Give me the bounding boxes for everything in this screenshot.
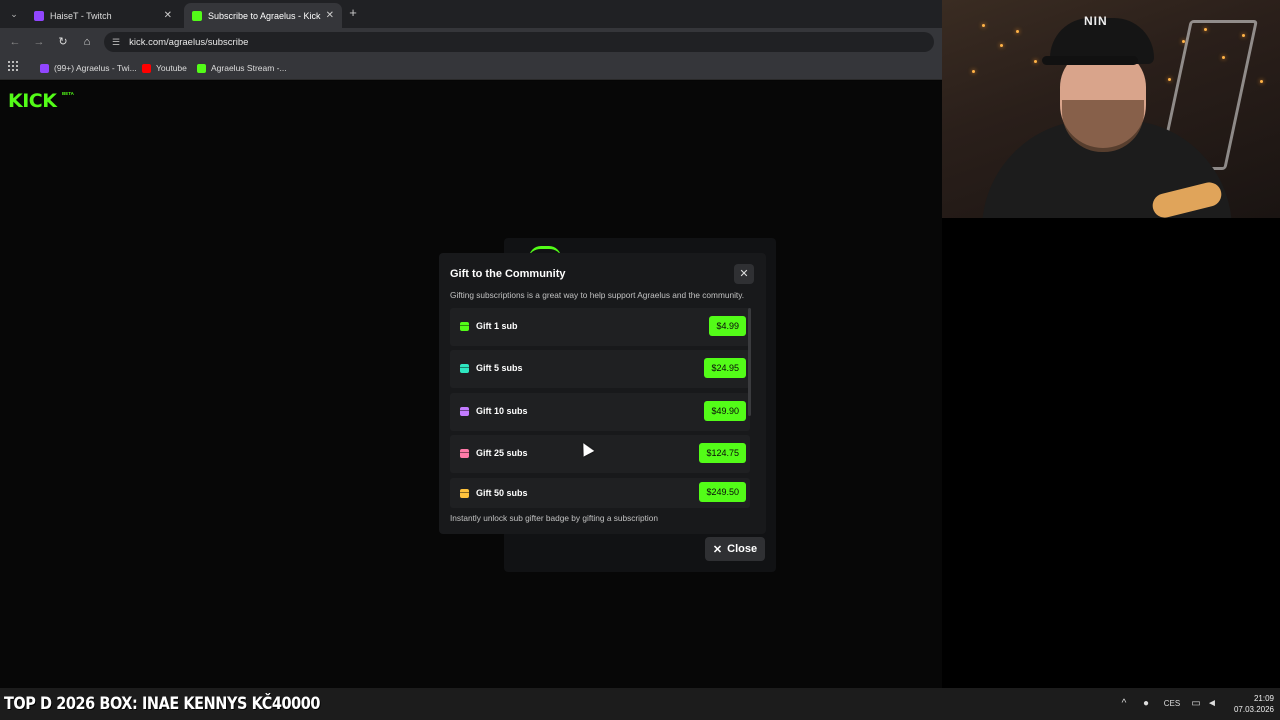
system-clock[interactable]: 21:09 07.03.2026 (1228, 693, 1274, 715)
modal-footer-note: Instantly unlock sub gifter badge by gif… (450, 513, 659, 523)
cap-logo-icon: NIN (1084, 14, 1108, 28)
tab-twitch[interactable]: HaiseT - Twitch ✕ (26, 3, 180, 28)
gift-box-icon (460, 489, 469, 498)
kick-favicon-icon (192, 10, 202, 21)
gift-price-button[interactable]: $24.95 (704, 358, 746, 378)
apps-grid-icon[interactable] (8, 61, 18, 71)
taskbar: TOP D 2026 BOX: INAE KENNYS KČ40000 ^ ● … (0, 688, 1280, 720)
bookmark-twitch[interactable]: (99+) Agraelus - Twi... (40, 61, 137, 75)
bookmarks-bar: (99+) Agraelus - Twi... Youtube Agraelus… (0, 56, 942, 80)
volume-icon[interactable]: ◄ (1206, 697, 1218, 711)
youtube-bookmark-icon (142, 63, 151, 73)
kick-bookmark-icon (197, 63, 206, 73)
url-text: kick.com/agraelus/subscribe (129, 36, 249, 48)
address-bar[interactable]: ☰ kick.com/agraelus/subscribe (104, 32, 934, 52)
bookmark-label: Youtube (156, 63, 187, 73)
bookmark-label: Agraelus Stream -... (211, 63, 287, 73)
tab-title: Subscribe to Agraelus - Kick Str (208, 10, 322, 21)
close-button[interactable]: ✕ Close (705, 537, 765, 561)
gift-option-5[interactable]: Gift 5 subs $24.95 (450, 350, 750, 388)
gift-box-icon (460, 322, 469, 331)
gift-options-list: Gift 1 sub $4.99 Gift 5 subs $24.95 Gift… (450, 308, 755, 508)
bookmark-label: (99+) Agraelus - Twi... (54, 63, 137, 73)
reload-icon[interactable]: ↻ (56, 35, 70, 49)
forward-arrow-icon[interactable]: → (32, 35, 46, 49)
gift-price-button[interactable]: $124.75 (699, 443, 746, 463)
modal-close-icon[interactable]: ✕ (734, 264, 754, 284)
site-settings-icon[interactable]: ☰ (112, 37, 120, 48)
clock-date: 07.03.2026 (1233, 705, 1274, 714)
gift-option-10[interactable]: Gift 10 subs $49.90 (450, 393, 750, 431)
back-arrow-icon[interactable]: ← (8, 35, 22, 49)
gift-option-label: Gift 1 sub (476, 321, 518, 331)
tab-search-chevron-icon[interactable]: ⌄ (6, 6, 22, 22)
gift-box-icon (460, 449, 469, 458)
modal-description: Gifting subscriptions is a great way to … (450, 290, 745, 300)
list-scrollbar[interactable] (748, 308, 751, 416)
bookmark-kick-stream[interactable]: Agraelus Stream -... (197, 61, 287, 75)
microphone-icon[interactable]: ● (1140, 697, 1152, 711)
beta-badge: BETA (62, 91, 74, 96)
gift-price-button[interactable]: $49.90 (704, 401, 746, 421)
gift-option-label: Gift 10 subs (476, 406, 528, 416)
clock-time: 21:09 (1253, 694, 1274, 703)
twitch-favicon-icon (34, 10, 44, 21)
twitch-bookmark-icon (40, 63, 49, 73)
gift-option-label: Gift 50 subs (476, 488, 528, 498)
gift-box-icon (460, 407, 469, 416)
screen: ⌄ HaiseT - Twitch ✕ Subscribe to Agraelu… (0, 0, 1280, 720)
modal-title: Gift to the Community (450, 268, 566, 280)
browser-tab-bar: ⌄ HaiseT - Twitch ✕ Subscribe to Agraelu… (0, 0, 942, 28)
bookmark-youtube[interactable]: Youtube (142, 61, 187, 75)
home-icon[interactable]: ⌂ (80, 35, 94, 49)
gift-option-50[interactable]: Gift 50 subs $249.50 (450, 478, 750, 508)
tab-title: HaiseT - Twitch (50, 10, 112, 21)
network-icon[interactable]: ▭ (1190, 697, 1202, 711)
stream-ticker: TOP D 2026 BOX: INAE KENNYS KČ40000 (4, 694, 321, 714)
gift-option-1[interactable]: Gift 1 sub $4.99 (450, 308, 750, 346)
new-tab-plus-icon[interactable]: + (346, 6, 360, 20)
tray-expand-icon[interactable]: ^ (1118, 697, 1130, 711)
browser-toolbar: ← → ↻ ⌂ ☰ kick.com/agraelus/subscribe (0, 28, 942, 56)
tab-close-icon[interactable]: ✕ (164, 10, 172, 21)
stream-gutter (942, 218, 1280, 688)
webcam-overlay: NIN (942, 0, 1280, 218)
close-button-label: Close (727, 543, 758, 555)
tab-close-icon[interactable]: ✕ (326, 10, 334, 21)
cap-brim (1042, 56, 1138, 65)
tab-kick-subscribe[interactable]: Subscribe to Agraelus - Kick Str ✕ (184, 3, 342, 28)
gift-price-button[interactable]: $4.99 (709, 316, 746, 336)
gift-box-icon (460, 364, 469, 373)
gift-option-label: Gift 25 subs (476, 448, 528, 458)
gift-option-label: Gift 5 subs (476, 363, 523, 373)
close-x-icon: ✕ (712, 543, 723, 556)
gift-option-25[interactable]: Gift 25 subs $124.75 (450, 435, 750, 473)
gift-community-modal: Gift to the Community ✕ Gifting subscrip… (439, 253, 766, 534)
kick-logo[interactable]: KICK (8, 90, 57, 112)
language-indicator[interactable]: CES (1160, 697, 1184, 711)
gift-price-button[interactable]: $249.50 (699, 482, 746, 502)
